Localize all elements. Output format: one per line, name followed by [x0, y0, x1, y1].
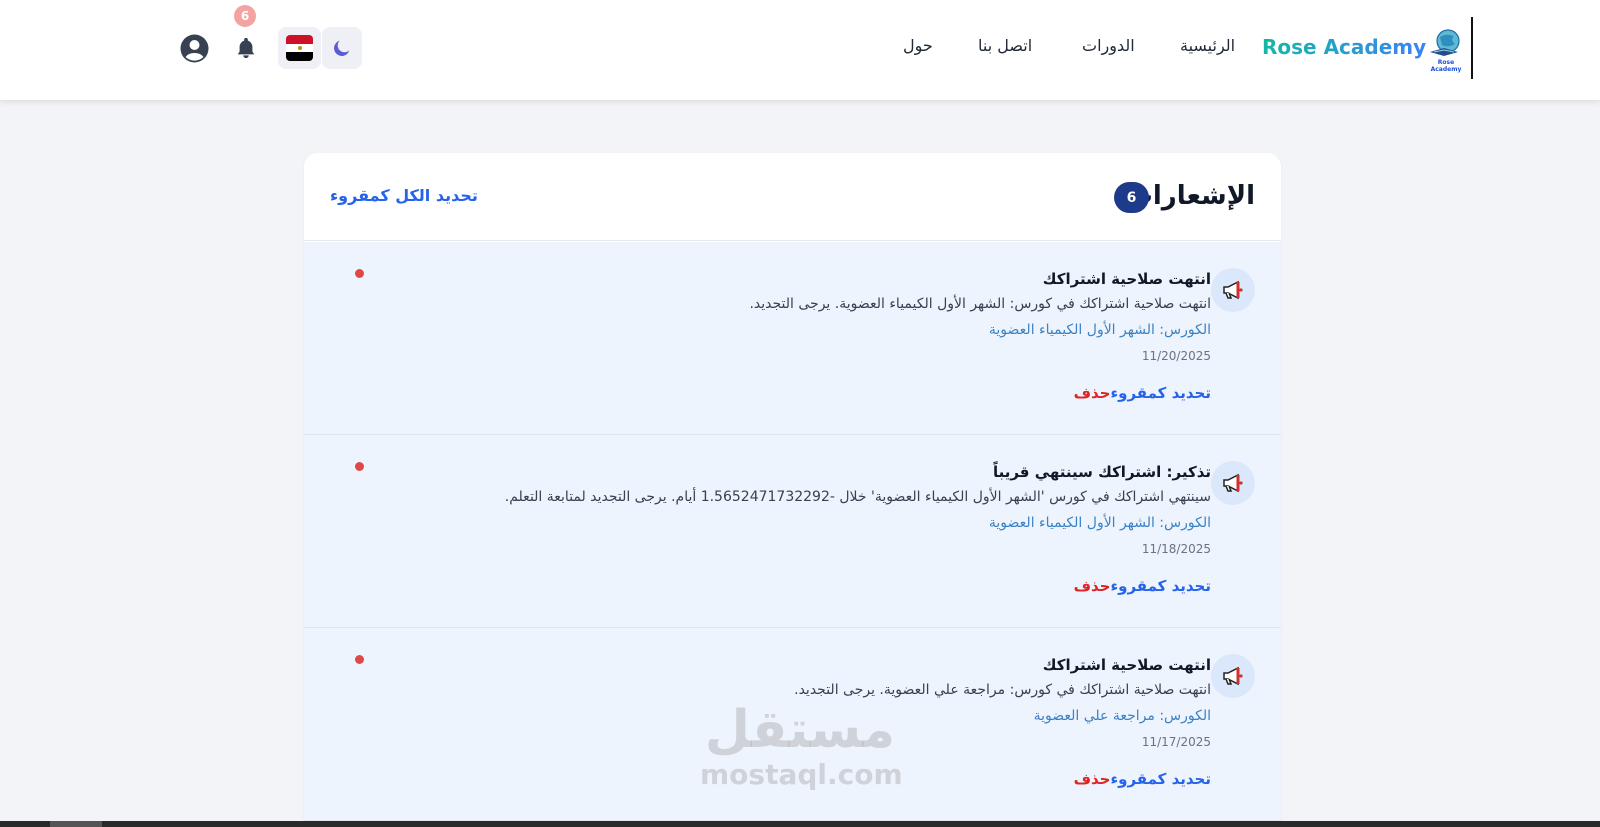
nav-courses[interactable]: الدورات	[1082, 36, 1135, 55]
top-navbar: Rose Academy Rose Academy الرئيسية الدور…	[0, 0, 1600, 100]
logo-caption: Rose Academy	[1430, 59, 1462, 73]
theme-toggle-button[interactable]	[322, 27, 362, 69]
megaphone-icon	[1211, 461, 1255, 505]
notification-date: 11/17/2025	[1141, 735, 1211, 749]
unread-indicator	[355, 462, 364, 471]
notification-item[interactable]: انتهت صلاحية اشتراكك انتهت صلاحية اشتراك…	[304, 242, 1281, 435]
notification-title: انتهت صلاحية اشتراكك	[1042, 270, 1211, 288]
notification-title: انتهت صلاحية اشتراكك	[1042, 656, 1211, 674]
unread-count-badge: 6	[1114, 182, 1149, 213]
notification-date: 11/18/2025	[1141, 542, 1211, 556]
user-account-button[interactable]	[180, 34, 209, 63]
nav-contact[interactable]: اتصل بنا	[978, 36, 1032, 55]
notifications-button[interactable]	[232, 34, 260, 62]
egypt-flag-icon	[286, 35, 313, 61]
notification-course-link[interactable]: الكورس: الشهر الأول الكيمياء العضوية	[989, 515, 1211, 531]
user-circle-icon	[180, 34, 209, 63]
mark-read-button[interactable]: تحديد كمقروء	[1110, 577, 1211, 595]
notifications-header: الإشعارات 6 تحديد الكل كمقروء	[304, 153, 1281, 241]
horizontal-scrollbar[interactable]	[0, 821, 1600, 827]
bell-icon	[237, 37, 255, 59]
notification-course-link[interactable]: الكورس: مراجعة علي العضوية	[1034, 708, 1211, 724]
delete-button[interactable]: حذف	[1074, 770, 1111, 788]
megaphone-icon	[1211, 654, 1255, 698]
notification-message: سينتهي اشتراكك في كورس 'الشهر الأول الكي…	[504, 489, 1211, 505]
notification-title: تذكير: اشتراكك سينتهي قريباً	[992, 463, 1211, 481]
scrollbar-thumb[interactable]	[50, 821, 102, 827]
notification-item[interactable]: انتهت صلاحية اشتراكك انتهت صلاحية اشتراك…	[304, 628, 1281, 821]
language-button[interactable]	[278, 27, 321, 69]
notifications-card: الإشعارات 6 تحديد الكل كمقروء انتهت صلاح…	[304, 153, 1281, 827]
notification-message: انتهت صلاحية اشتراكك في كورس: الشهر الأو…	[749, 296, 1211, 312]
logo-divider	[1471, 17, 1473, 79]
delete-button[interactable]: حذف	[1074, 384, 1111, 402]
mark-read-button[interactable]: تحديد كمقروء	[1110, 384, 1211, 402]
unread-indicator	[355, 655, 364, 664]
notification-count-badge: 6	[234, 5, 256, 27]
academy-logo[interactable]: Rose Academy	[1424, 26, 1466, 73]
notification-message: انتهت صلاحية اشتراكك في كورس: مراجعة علي…	[794, 682, 1211, 698]
megaphone-icon	[1211, 268, 1255, 312]
logo-globe-icon	[1430, 29, 1460, 56]
notification-course-link[interactable]: الكورس: الشهر الأول الكيمياء العضوية	[989, 322, 1211, 338]
notification-actions: تحديد كمقروءحذف	[1074, 577, 1211, 595]
mark-all-read-button[interactable]: تحديد الكل كمقروء	[330, 186, 478, 205]
nav-about[interactable]: حول	[903, 36, 933, 55]
nav-home[interactable]: الرئيسية	[1180, 36, 1235, 55]
unread-indicator	[355, 269, 364, 278]
brand-name[interactable]: Rose Academy	[1262, 35, 1426, 59]
notification-actions: تحديد كمقروءحذف	[1074, 770, 1211, 788]
notification-item[interactable]: تذكير: اشتراكك سينتهي قريباً سينتهي اشتر…	[304, 435, 1281, 628]
mark-read-button[interactable]: تحديد كمقروء	[1110, 770, 1211, 788]
delete-button[interactable]: حذف	[1074, 577, 1111, 595]
notification-actions: تحديد كمقروءحذف	[1074, 384, 1211, 402]
notification-date: 11/20/2025	[1141, 349, 1211, 363]
moon-icon	[334, 40, 350, 56]
